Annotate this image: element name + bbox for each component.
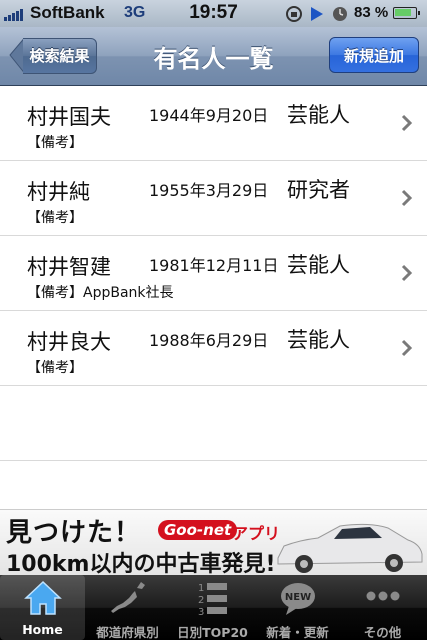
list-item[interactable]: 村井智建 1981年12月11日 芸能人 【備考】AppBank社長	[0, 236, 427, 311]
tab-label: 都道府県別	[96, 625, 159, 640]
chevron-right-icon	[401, 114, 413, 132]
remarks: 【備考】	[27, 135, 83, 151]
house-icon	[24, 580, 62, 615]
chevron-right-icon	[401, 264, 413, 282]
birth-date: 1955年3月29日	[149, 181, 269, 200]
tab-prefecture[interactable]: 都道府県別	[85, 575, 170, 640]
birth-date: 1981年12月11日	[149, 256, 279, 275]
celebrity-list: 村井国夫 1944年9月20日 芸能人 【備考】 村井純 1955年3月29日 …	[0, 86, 427, 461]
occupation: 研究者	[287, 178, 350, 202]
ranking-icon: 1 2 3	[198, 583, 227, 617]
list-item[interactable]: 村井純 1955年3月29日 研究者 【備考】	[0, 161, 427, 236]
tab-label: Home	[22, 622, 63, 637]
tab-label: 新着・更新	[266, 625, 329, 640]
add-new-button[interactable]: 新規追加	[329, 37, 419, 73]
svg-text:1: 1	[198, 583, 204, 594]
ad-banner[interactable]: 見つけた！ Goo-net アプリ 100km以内の中古車発見!	[0, 509, 427, 576]
status-bar: SoftBank 3G 19:57 83 %	[0, 0, 427, 27]
tab-home[interactable]: Home	[0, 575, 85, 640]
navigation-bar: 検索結果 有名人一覧 新規追加	[0, 27, 427, 86]
japan-map-icon	[111, 582, 145, 613]
svg-text:NEW: NEW	[285, 592, 311, 603]
battery-percent: 83 %	[354, 4, 389, 21]
ad-headline: 見つけた！	[6, 518, 142, 548]
ad-brand-logo: Goo-net	[158, 520, 238, 540]
new-speech-icon: NEW	[281, 583, 315, 615]
tab-label: 日別TOP20	[177, 625, 248, 640]
occupation: 芸能人	[287, 328, 350, 352]
chevron-right-icon	[401, 189, 413, 207]
battery-icon	[393, 7, 420, 19]
person-name: 村井良大	[27, 330, 111, 354]
ad-subline: 100km以内の中古車発見!	[6, 552, 276, 576]
occupation: 芸能人	[287, 103, 350, 127]
tab-more[interactable]: その他	[340, 575, 425, 640]
birth-date: 1944年9月20日	[149, 106, 269, 125]
tab-label: その他	[363, 625, 402, 640]
play-icon	[311, 7, 323, 21]
remarks: 【備考】AppBank社長	[27, 285, 174, 301]
person-name: 村井智建	[27, 255, 111, 279]
tab-daily-top20[interactable]: 1 2 3 日別TOP20	[170, 575, 255, 640]
list-item[interactable]: 村井国夫 1944年9月20日 芸能人 【備考】	[0, 86, 427, 161]
remarks: 【備考】	[27, 210, 83, 226]
chevron-right-icon	[401, 339, 413, 357]
person-name: 村井国夫	[27, 105, 111, 129]
person-name: 村井純	[27, 180, 90, 204]
svg-text:3: 3	[198, 607, 204, 617]
empty-list-row	[0, 386, 427, 461]
car-image-icon	[277, 523, 423, 573]
birth-date: 1988年6月29日	[149, 331, 269, 350]
more-dots-icon	[366, 591, 400, 601]
list-item[interactable]: 村井良大 1988年6月29日 芸能人 【備考】	[0, 311, 427, 386]
tab-new-updates[interactable]: NEW 新着・更新	[255, 575, 340, 640]
tab-bar: Home 都道府県別 1 2 3 日別TOP20 NEW 新着・更新 その他	[0, 575, 427, 640]
remarks: 【備考】	[27, 360, 83, 376]
svg-text:2: 2	[198, 595, 204, 606]
rotation-lock-icon	[286, 6, 302, 22]
occupation: 芸能人	[287, 253, 350, 277]
alarm-icon	[333, 7, 347, 21]
